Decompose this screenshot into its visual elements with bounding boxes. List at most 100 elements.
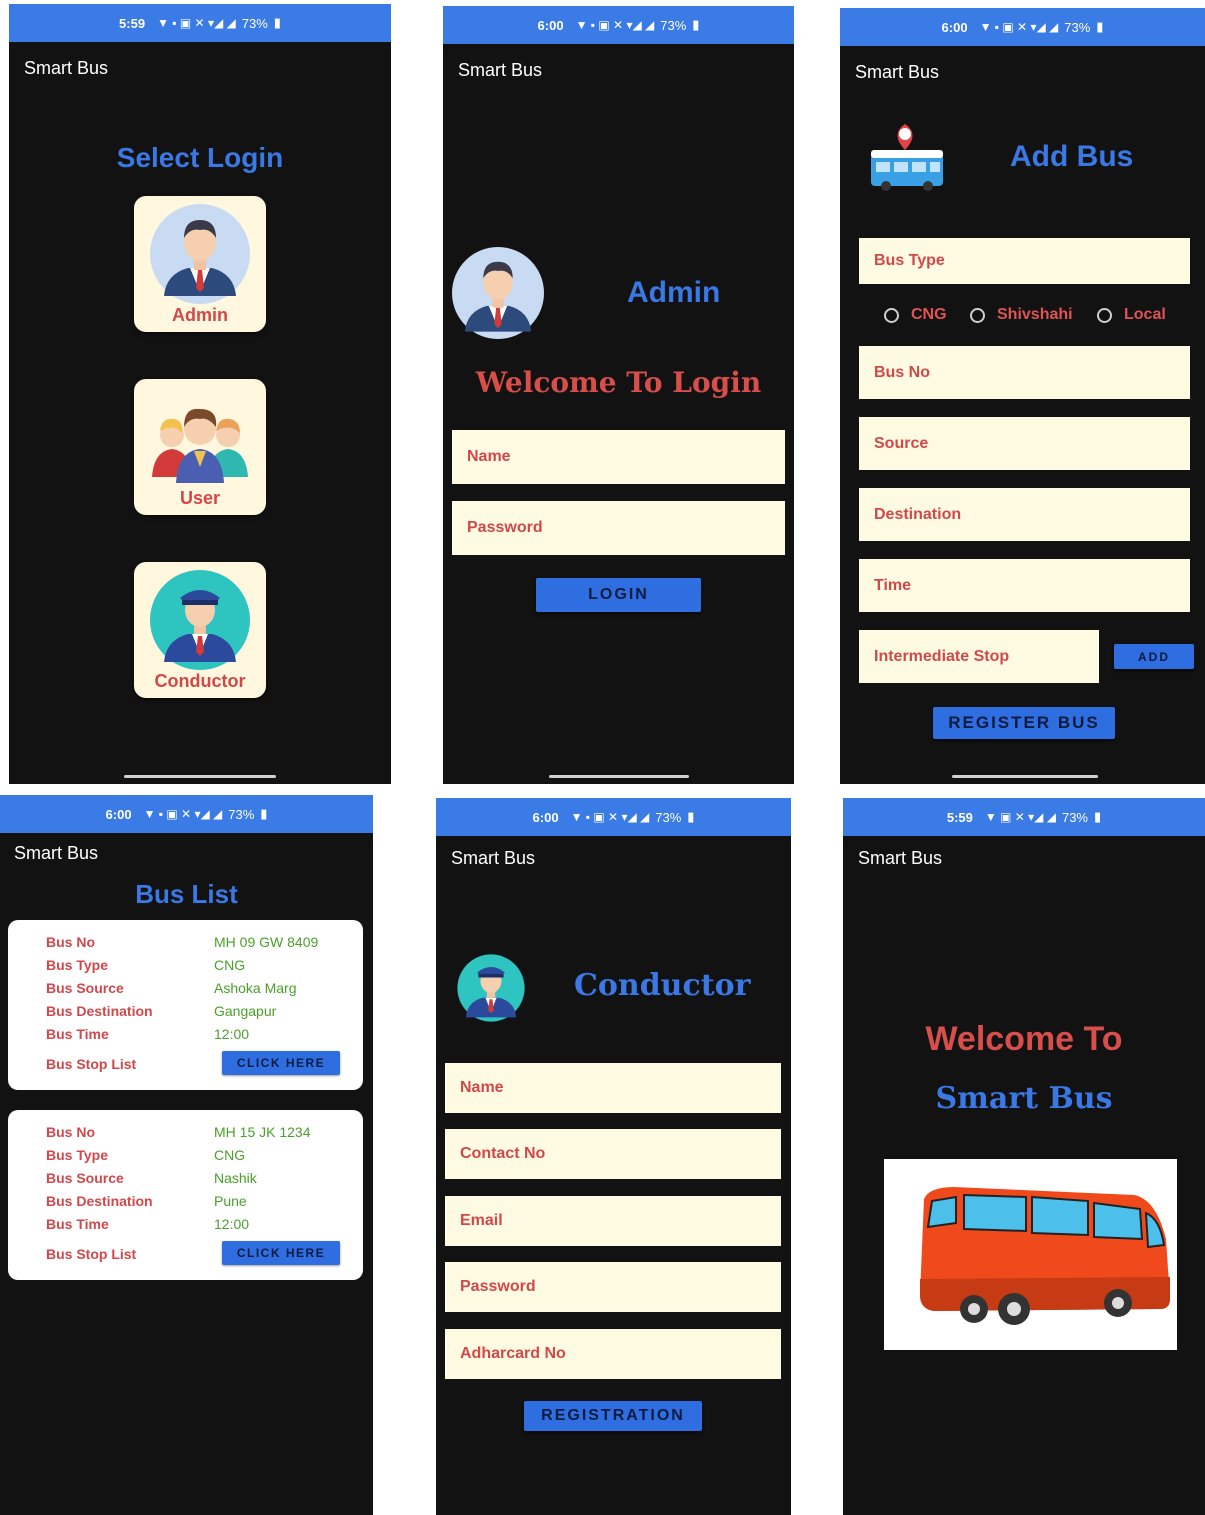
status-time: 6:00 [537,17,564,33]
status-icons: ▼ ▪ ▣ ✕ ▾◢ ◢ [157,16,236,30]
field-value: Pune [214,1193,247,1209]
admin-avatar-icon [452,247,544,339]
battery-icon: ▮ [260,806,268,821]
battery-icon: ▮ [687,809,695,824]
password-input[interactable]: Password [452,501,785,555]
field-label: Bus Stop List [46,1056,137,1072]
conductor-role-title: Conductor [574,968,751,1003]
bus-type-label: Bus Type [859,238,1190,284]
conductor-avatar-icon [150,570,250,670]
field-value: 12:00 [214,1216,250,1232]
bus-row-no: Bus No MH 15 JK 1234 [46,1124,349,1140]
app-title: Smart Bus [24,58,109,78]
status-icons: ▼ ▪ ▣ ✕ ▾◢ ◢ [979,20,1059,34]
source-input[interactable]: Source [859,417,1190,470]
home-indicator[interactable] [549,775,689,778]
field-value: Gangapur [214,1003,277,1019]
status-bar: 5:59 ▼ ▣ ✕ ▾◢ ◢ 73% ▮ [843,798,1205,836]
bus-icon [920,1187,1170,1325]
bus-row-time: Bus Time 12:00 [46,1026,349,1042]
screen-admin-login: 6:00 ▼ ▪ ▣ ✕ ▾◢ ◢ 73% ▮ Smart Bus Admin … [443,6,794,784]
field-value: MH 15 JK 1234 [214,1124,311,1140]
status-time: 6:00 [941,19,968,35]
radio-circle-icon [970,307,985,323]
field-label: Bus No [46,934,95,950]
battery-level: 73% [241,15,268,31]
screen-bus-list: 6:00 ▼ ▪ ▣ ✕ ▾◢ ◢ 73% ▮ Smart Bus Bus Li… [0,795,373,1515]
battery-icon: ▮ [1096,19,1104,34]
bus-row-type: Bus Type CNG [46,1147,349,1163]
adharcard-no-input[interactable]: Adharcard No [445,1329,781,1379]
admin-label: Admin [172,305,228,325]
password-input[interactable]: Password [445,1262,781,1312]
field-value: Nashik [214,1170,257,1186]
home-indicator[interactable] [952,775,1098,778]
add-bus-title: Add Bus [1010,140,1134,173]
bus-row-type: Bus Type CNG [46,957,349,973]
battery-icon: ▮ [692,17,700,32]
status-bar: 6:00 ▼ ▪ ▣ ✕ ▾◢ ◢ 73% ▮ [436,798,791,836]
radio-shivshahi-label: Shivshahi [997,306,1073,323]
time-input[interactable]: Time [859,559,1190,612]
battery-level: 73% [228,806,255,822]
status-icons: ▼ ▪ ▣ ✕ ▾◢ ◢ [575,18,655,32]
radio-local[interactable]: Local [1097,306,1166,324]
radio-cng-label: CNG [911,306,947,323]
bus-row-source: Bus Source Nashik [46,1170,349,1186]
destination-input[interactable]: Destination [859,488,1190,541]
intermediate-stop-input[interactable]: Intermediate Stop [859,630,1099,683]
field-value: MH 09 GW 8409 [214,934,319,950]
status-time: 6:00 [105,806,132,822]
field-value: CNG [214,1147,246,1163]
user-label: User [179,488,221,508]
status-time: 6:00 [532,809,559,825]
status-bar: 6:00 ▼ ▪ ▣ ✕ ▾◢ ◢ 73% ▮ [840,8,1205,46]
battery-level: 73% [1064,19,1091,35]
bus-row-destination: Bus Destination Pune [46,1193,349,1209]
status-icons: ▼ ▪ ▣ ✕ ▾◢ ◢ [570,810,650,824]
stop-list-button[interactable]: CLICK HERE [222,1051,340,1075]
name-input[interactable]: Name [445,1063,781,1113]
battery-level: 73% [660,17,687,33]
status-icons: ▼ ▣ ✕ ▾◢ ◢ [984,810,1056,824]
register-bus-button[interactable]: REGISTER BUS [933,707,1115,739]
bus-no-input[interactable]: Bus No [859,346,1190,399]
field-label: Bus Type [46,957,108,973]
status-icons: ▼ ▪ ▣ ✕ ▾◢ ◢ [143,807,223,821]
field-label: Bus Destination [46,1193,153,1209]
user-login-card[interactable]: User [134,379,266,515]
admin-login-card[interactable]: Admin [134,196,266,332]
field-label: Bus Stop List [46,1246,137,1262]
admin-avatar-icon [150,204,250,304]
radio-cng[interactable]: CNG [884,306,947,324]
stop-list-button[interactable]: CLICK HERE [222,1241,340,1265]
name-input[interactable]: Name [452,430,785,484]
contact-no-input[interactable]: Contact No [445,1129,781,1179]
login-button[interactable]: LOGIN [536,578,701,612]
screen-splash: 5:59 ▼ ▣ ✕ ▾◢ ◢ 73% ▮ Smart Bus Welcome … [843,798,1205,1515]
bus-card: Bus No MH 09 GW 8409 Bus Type CNG Bus So… [8,920,363,1090]
field-label: Bus Destination [46,1003,153,1019]
radio-shivshahi[interactable]: Shivshahi [970,306,1073,324]
screen-add-bus: 6:00 ▼ ▪ ▣ ✕ ▾◢ ◢ 73% ▮ Smart Bus Add Bu… [840,8,1205,784]
app-title: Smart Bus [858,848,943,868]
status-bar: 5:59 ▼ ▪ ▣ ✕ ▾◢ ◢ 73% ▮ [9,4,391,42]
field-value: CNG [214,957,246,973]
bus-location-icon [871,124,943,191]
status-bar: 6:00 ▼ ▪ ▣ ✕ ▾◢ ◢ 73% ▮ [443,6,794,44]
battery-icon: ▮ [1094,809,1102,824]
app-title: Smart Bus [855,62,940,82]
home-indicator[interactable] [124,775,276,778]
registration-button[interactable]: REGISTRATION [524,1401,702,1431]
field-label: Bus Source [46,1170,124,1186]
conductor-login-card[interactable]: Conductor [134,562,266,698]
app-title: Smart Bus [458,60,543,80]
add-stop-button[interactable]: ADD [1114,644,1194,669]
status-bar: 6:00 ▼ ▪ ▣ ✕ ▾◢ ◢ 73% ▮ [0,795,373,833]
field-label: Bus Type [46,1147,108,1163]
bus-card: Bus No MH 15 JK 1234 Bus Type CNG Bus So… [8,1110,363,1280]
battery-level: 73% [655,809,682,825]
bus-row-destination: Bus Destination Gangapur [46,1003,349,1019]
app-title: Smart Bus [451,848,536,868]
email-input[interactable]: Email [445,1196,781,1246]
